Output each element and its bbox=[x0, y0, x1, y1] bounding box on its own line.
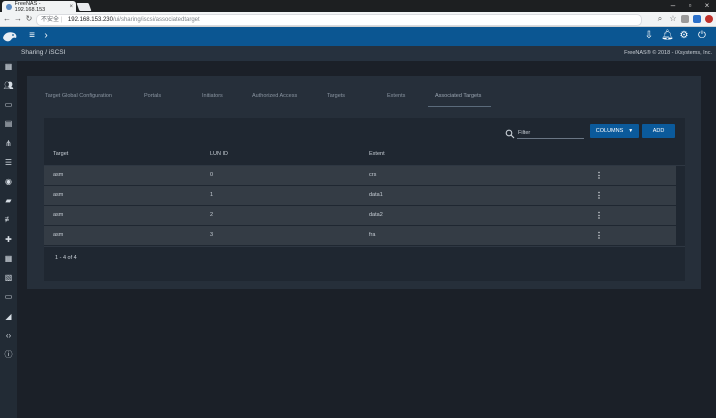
table-row[interactable]: asm 0 crs ⋮ bbox=[44, 166, 676, 185]
freenas-favicon-icon bbox=[6, 3, 12, 10]
cell-target: asm bbox=[53, 232, 64, 238]
cell-target: asm bbox=[53, 212, 64, 218]
filter-input[interactable] bbox=[517, 127, 584, 139]
plugins-icon[interactable]: ✚ bbox=[3, 234, 14, 245]
row-actions-kebab-icon[interactable]: ⋮ bbox=[595, 190, 603, 201]
cell-extent: fra bbox=[369, 232, 376, 238]
cell-extent: data2 bbox=[369, 212, 383, 218]
pagination-range: 1 - 4 of 4 bbox=[55, 255, 77, 261]
cell-lun-id: 1 bbox=[210, 192, 214, 198]
main-content: Target Global Configuration Portals Init… bbox=[17, 61, 716, 418]
iscsi-card: Target Global Configuration Portals Init… bbox=[27, 76, 701, 289]
sidebar: ▦ 👥︎ ▭ ▤ ⋔ ☰ ◉ ▰ ≢ ✚ ▦ ▧ ▭ ◢ ‹› ⓘ bbox=[0, 61, 17, 418]
row-actions-kebab-icon[interactable]: ⋮ bbox=[595, 170, 603, 181]
address-bar: ← → ↻ 不安全 | 192.168.153.230/ui/sharing/i… bbox=[0, 12, 716, 27]
cell-lun-id: 0 bbox=[210, 172, 214, 178]
app-header: ≡ › ⇩ 🔔︎ ⚙ ⏻ bbox=[0, 27, 716, 46]
back-icon[interactable]: ← bbox=[2, 14, 12, 23]
table-row[interactable]: asm 1 data1 ⋮ bbox=[44, 186, 676, 205]
tab-targets[interactable]: Targets bbox=[327, 93, 345, 99]
column-header-target[interactable]: Target bbox=[53, 151, 68, 157]
table-header: Target LUN ID Extent bbox=[44, 145, 685, 166]
cell-extent: crs bbox=[369, 172, 377, 178]
column-header-extent[interactable]: Extent bbox=[369, 151, 385, 157]
settings-gear-icon[interactable]: ⚙ bbox=[678, 30, 690, 42]
column-header-lun-id[interactable]: LUN ID bbox=[210, 151, 228, 157]
directory-services-icon[interactable]: ◉ bbox=[3, 176, 14, 187]
services-icon[interactable]: ≢ bbox=[3, 214, 14, 225]
url-field[interactable]: 不安全 | 192.168.153.230/ui/sharing/iscsi/a… bbox=[36, 14, 642, 26]
power-icon[interactable]: ⏻ bbox=[696, 30, 708, 42]
associated-targets-table-panel: COLUMNS ▼ ADD Target LUN ID Extent asm 0 … bbox=[44, 118, 685, 281]
tab-initiators[interactable]: Initiators bbox=[202, 93, 223, 99]
columns-button[interactable]: COLUMNS ▼ bbox=[590, 124, 639, 138]
browser-tab[interactable]: FreeNAS - 192.168.153 × bbox=[2, 0, 76, 13]
tab-target-global-configuration[interactable]: Target Global Configuration bbox=[45, 93, 112, 99]
copyright-text: FreeNAS® © 2018 - iXsystems, Inc. bbox=[624, 50, 712, 56]
notifications-bell-icon[interactable]: 🔔︎ bbox=[661, 30, 674, 42]
chevron-right-icon[interactable]: › bbox=[40, 30, 52, 42]
extension-icon[interactable] bbox=[681, 15, 689, 23]
row-actions-kebab-icon[interactable]: ⋮ bbox=[595, 230, 603, 241]
cell-target: asm bbox=[53, 172, 64, 178]
zoom-icon[interactable]: ⌕ bbox=[655, 14, 665, 24]
guide-info-icon[interactable]: ⓘ bbox=[3, 349, 14, 360]
reload-icon[interactable]: ↻ bbox=[24, 14, 34, 23]
reporting-icon[interactable]: ▧ bbox=[3, 272, 14, 283]
cell-target: asm bbox=[53, 192, 64, 198]
menu-icon[interactable]: ≡ bbox=[26, 30, 38, 42]
minimize-icon[interactable]: – bbox=[665, 1, 681, 10]
tab-portals[interactable]: Portals bbox=[144, 93, 161, 99]
breadcrumb[interactable]: Sharing / iSCSI bbox=[21, 49, 65, 56]
not-secure-label: 不安全 bbox=[41, 17, 60, 23]
shell-icon[interactable]: ‹› bbox=[3, 330, 14, 341]
search-icon bbox=[505, 129, 515, 139]
tasks-icon[interactable]: ⇩ bbox=[643, 30, 655, 42]
dashboard-icon[interactable]: ▦ bbox=[3, 61, 14, 72]
row-actions-kebab-icon[interactable]: ⋮ bbox=[595, 210, 603, 221]
cell-lun-id: 3 bbox=[210, 232, 214, 238]
forward-icon[interactable]: → bbox=[13, 14, 23, 23]
virtual-machines-icon[interactable]: ▭ bbox=[3, 291, 14, 302]
table-row[interactable]: asm 3 fra ⋮ bbox=[44, 226, 676, 245]
network-icon[interactable]: ⋔ bbox=[3, 138, 14, 149]
tab-extents[interactable]: Extents bbox=[387, 93, 405, 99]
cell-lun-id: 2 bbox=[210, 212, 214, 218]
browser-tab-title: FreeNAS - 192.168.153 bbox=[14, 0, 46, 13]
browser-tab-strip: FreeNAS - 192.168.153 × – ▫ × bbox=[0, 0, 716, 13]
breadcrumb-bar: Sharing / iSCSI FreeNAS® © 2018 - iXsyst… bbox=[0, 46, 716, 61]
add-button[interactable]: ADD bbox=[642, 124, 675, 138]
tab-associated-targets[interactable]: Associated Targets bbox=[435, 93, 481, 99]
url-path: /ui/sharing/iscsi/associatedtarget bbox=[112, 17, 200, 23]
bookmark-star-icon[interactable]: ☆ bbox=[668, 14, 678, 23]
maximize-icon[interactable]: ▫ bbox=[682, 1, 698, 10]
cell-extent: data1 bbox=[369, 192, 383, 198]
system-icon[interactable]: ▭ bbox=[3, 99, 14, 110]
sharing-icon[interactable]: ▰ bbox=[3, 195, 14, 206]
new-tab-button[interactable] bbox=[76, 3, 92, 11]
display-system-processes-icon[interactable]: ◢ bbox=[3, 311, 14, 322]
jails-icon[interactable]: ▦ bbox=[3, 253, 14, 264]
url-host: 192.168.153.230 bbox=[67, 17, 113, 23]
tasks-calendar-icon[interactable]: ▤ bbox=[3, 118, 14, 129]
extension-icon[interactable] bbox=[693, 15, 701, 23]
table-row[interactable]: asm 2 data2 ⋮ bbox=[44, 206, 676, 225]
tab-close-icon[interactable]: × bbox=[69, 4, 73, 10]
storage-icon[interactable]: ☰ bbox=[3, 157, 14, 168]
caret-down-icon: ▼ bbox=[628, 128, 634, 134]
freenas-logo-icon[interactable] bbox=[2, 29, 18, 44]
extension-icon[interactable] bbox=[705, 15, 713, 23]
accounts-icon[interactable]: 👥︎ bbox=[3, 80, 14, 91]
active-tab-indicator bbox=[428, 106, 491, 107]
tab-authorized-access[interactable]: Authorized Access bbox=[252, 93, 297, 99]
close-window-icon[interactable]: × bbox=[699, 1, 715, 10]
columns-button-label: COLUMNS bbox=[595, 128, 624, 134]
table-footer-divider bbox=[44, 246, 685, 247]
